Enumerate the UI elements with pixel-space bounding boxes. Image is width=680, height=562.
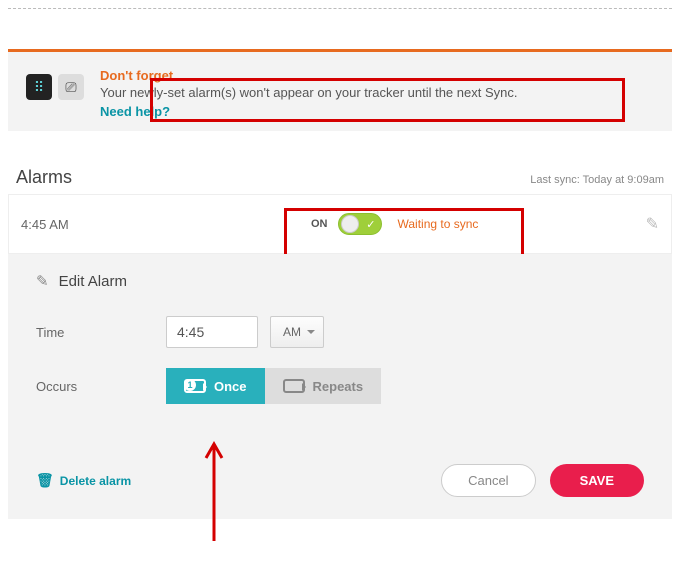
occurs-label: Occurs [36,379,166,394]
check-icon: ✓ [366,218,375,231]
alarm-row: 4:45 AM ON ✓ Waiting to sync ✎ [8,194,672,254]
cancel-button[interactable]: Cancel [441,464,535,497]
edit-actions-row: 🗑 Delete alarm Cancel SAVE [36,464,644,497]
tracker-icon: ⠿ [26,74,52,100]
time-input[interactable] [166,316,258,348]
help-link[interactable]: Need help? [100,104,517,119]
occurs-segmented: Once Repeats [166,368,381,404]
ampm-select[interactable]: AM [270,316,324,348]
alarms-header-row: Alarms Last sync: Today at 9:09am [0,139,680,194]
repeats-label: Repeats [313,379,364,394]
time-label: Time [36,325,166,340]
alarm-toggle[interactable]: ✓ [338,213,382,235]
edit-icon[interactable]: ✎ [646,214,659,234]
edit-alarm-panel: ✎ Edit Alarm Time AM Occurs Once Repeats… [8,254,672,519]
scale-icon: ⎚ [58,74,84,100]
toggle-knob [341,215,359,233]
toggle-state-label: ON [311,218,328,230]
repeats-icon [283,379,305,393]
edit-alarm-title-row: ✎ Edit Alarm [36,272,644,290]
edit-alarm-title: Edit Alarm [59,273,127,290]
occurs-row: Occurs Once Repeats [36,368,644,404]
info-banner: ⠿ ⎚ Don't forget... Your newly-set alarm… [8,49,672,131]
trash-icon: 🗑 [36,472,54,489]
once-label: Once [214,379,247,394]
sync-status: Waiting to sync [398,217,479,231]
device-icons: ⠿ ⎚ [26,74,84,100]
once-icon [184,379,206,393]
info-message: Your newly-set alarm(s) won't appear on … [100,85,517,100]
occurs-repeats[interactable]: Repeats [265,368,382,404]
save-button[interactable]: SAVE [550,464,644,497]
info-title: Don't forget... [100,68,517,83]
divider-dashed [8,8,672,9]
alarm-time: 4:45 AM [21,217,301,232]
alarms-header: Alarms [16,167,72,188]
delete-alarm-link[interactable]: 🗑 Delete alarm [36,472,131,489]
pencil-icon: ✎ [36,272,49,290]
delete-label: Delete alarm [60,474,131,488]
ampm-value: AM [283,325,301,339]
last-sync-label: Last sync: Today at 9:09am [530,174,664,186]
occurs-once[interactable]: Once [166,368,265,404]
time-row: Time AM [36,316,644,348]
